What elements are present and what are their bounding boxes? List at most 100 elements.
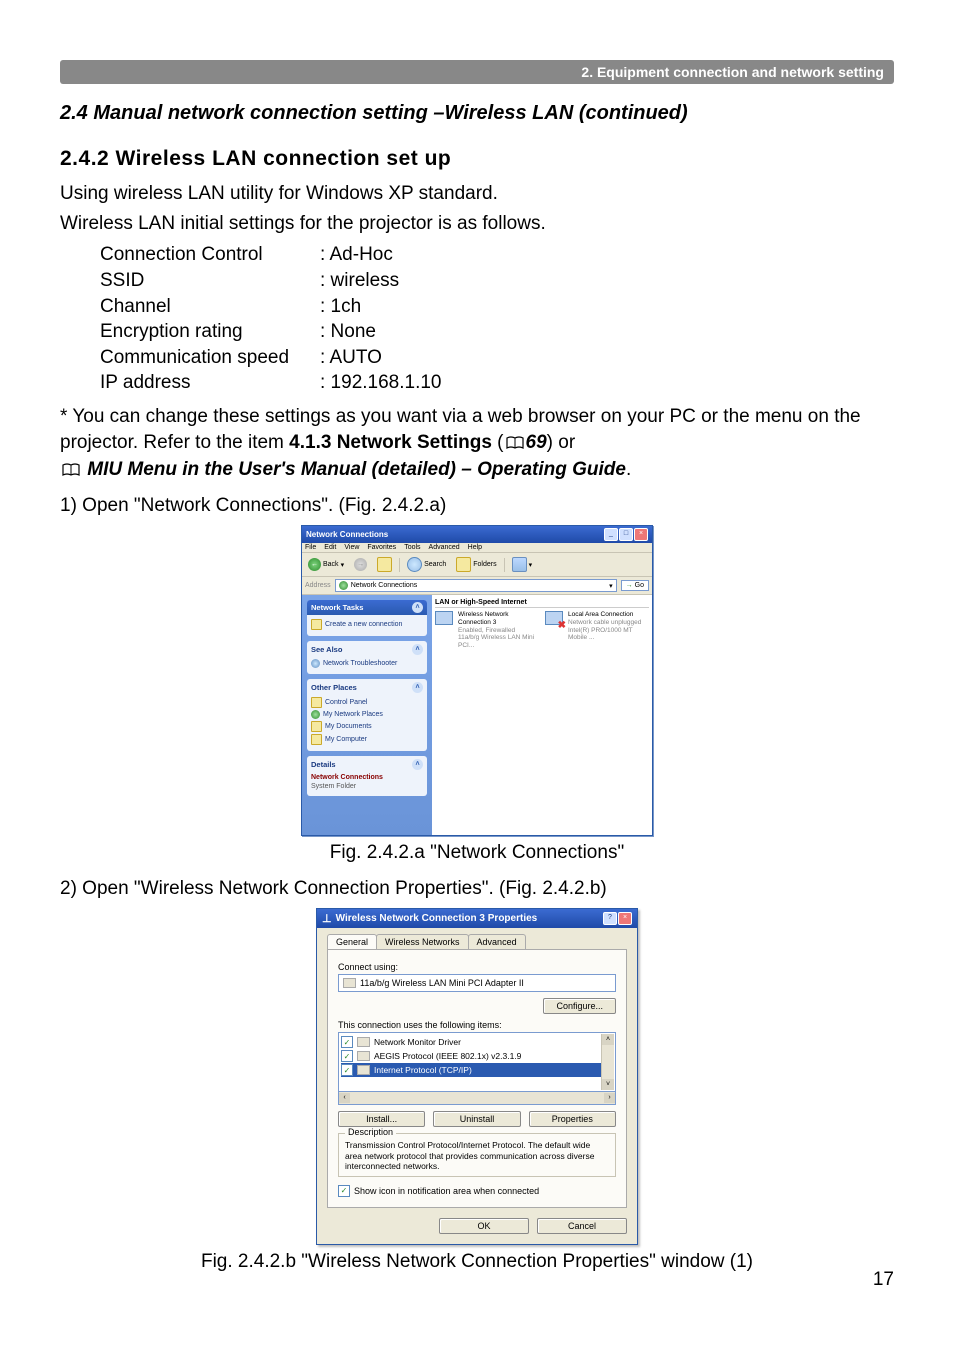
checkbox-icon[interactable]: ✓ xyxy=(341,1050,353,1062)
panel-head-label: Details xyxy=(311,760,336,769)
scroll-left-icon[interactable]: ‹ xyxy=(339,1093,350,1103)
figure-1: Network Connections _ □ × File Edit View… xyxy=(60,525,894,836)
window-titlebar[interactable]: Network Connections _ □ × xyxy=(302,526,652,543)
wireless-connection-icon xyxy=(435,611,455,631)
items-label: This connection uses the following items… xyxy=(338,1020,616,1030)
install-button[interactable]: Install... xyxy=(338,1111,425,1127)
checkbox-icon[interactable]: ✓ xyxy=(341,1036,353,1048)
group-header: LAN or High-Speed Internet xyxy=(435,598,649,608)
up-button[interactable] xyxy=(374,556,395,573)
panel-head[interactable]: Details ˄ xyxy=(311,759,423,770)
scroll-down-icon[interactable]: ˅ xyxy=(602,1079,614,1090)
setting-value: : AUTO xyxy=(320,345,382,371)
subsection-title: 2.4.2 Wireless LAN connection set up xyxy=(60,147,894,171)
conn-line-2: Enabled, Firewalled xyxy=(458,627,535,635)
search-button[interactable]: Search xyxy=(404,556,449,573)
uninstall-button[interactable]: Uninstall xyxy=(433,1111,520,1127)
folder-up-icon xyxy=(377,557,392,572)
conn-line-3: Intel(R) PRO/1000 MT Mobile ... xyxy=(568,627,645,643)
vertical-scrollbar[interactable]: ˄ ˅ xyxy=(601,1034,614,1090)
close-button[interactable]: × xyxy=(634,528,648,541)
address-input[interactable]: Network Connections ▾ xyxy=(335,579,617,592)
adapter-field: 11a/b/g Wireless LAN Mini PCI Adapter II xyxy=(338,974,616,992)
list-item-label: AEGIS Protocol (IEEE 802.1x) v2.3.1.9 xyxy=(374,1051,521,1061)
collapse-icon[interactable]: ˄ xyxy=(412,644,423,655)
views-icon xyxy=(512,557,527,572)
tab-advanced[interactable]: Advanced xyxy=(468,934,526,949)
forward-button[interactable]: → xyxy=(351,557,370,572)
intro-line-1: Using wireless LAN utility for Windows X… xyxy=(60,181,894,207)
cancel-button[interactable]: Cancel xyxy=(537,1218,627,1234)
sidebar-item-my-documents[interactable]: My Documents xyxy=(311,720,423,733)
menu-favorites[interactable]: Favorites xyxy=(367,544,396,551)
menu-help[interactable]: Help xyxy=(468,544,482,551)
toolbar: ←Back ▾ → Search Folders ▾ xyxy=(302,553,652,577)
items-list[interactable]: ✓ Network Monitor Driver ✓ AEGIS Protoco… xyxy=(338,1032,616,1092)
properties-button[interactable]: Properties xyxy=(529,1111,616,1127)
dialog-title: ⊥ Wireless Network Connection 3 Properti… xyxy=(322,912,537,925)
scroll-right-icon[interactable]: › xyxy=(604,1093,615,1103)
sidebar-item-my-computer[interactable]: My Computer xyxy=(311,733,423,746)
setting-row: Connection Control : Ad-Hoc xyxy=(100,242,894,268)
sidebar-item-label: My Computer xyxy=(325,736,367,743)
dialog-footer: OK Cancel xyxy=(327,1218,627,1234)
collapse-icon[interactable]: ˄ xyxy=(412,759,423,770)
show-icon-label: Show icon in notification area when conn… xyxy=(354,1186,539,1196)
close-button[interactable]: × xyxy=(618,912,632,925)
panel-details: Details ˄ Network Connections System Fol… xyxy=(307,756,427,796)
intro-line-2: Wireless LAN initial settings for the pr… xyxy=(60,211,894,237)
list-item[interactable]: ✓ AEGIS Protocol (IEEE 802.1x) v2.3.1.9 xyxy=(341,1049,613,1063)
sidebar-item-network-places[interactable]: My Network Places xyxy=(311,709,423,720)
back-button[interactable]: ←Back ▾ xyxy=(305,557,347,572)
menu-file[interactable]: File xyxy=(305,544,316,551)
panel-head[interactable]: Other Places ˄ xyxy=(311,682,423,693)
tab-wireless-networks[interactable]: Wireless Networks xyxy=(376,934,469,949)
menu-edit[interactable]: Edit xyxy=(324,544,336,551)
connection-lan[interactable]: ✖ Local Area Connection Network cable un… xyxy=(545,611,645,650)
checkbox-icon[interactable]: ✓ xyxy=(341,1064,353,1076)
search-label: Search xyxy=(424,561,446,568)
list-item[interactable]: ✓ Network Monitor Driver xyxy=(341,1035,613,1049)
go-button[interactable]: →Go xyxy=(621,580,649,591)
collapse-icon[interactable]: ˄ xyxy=(412,602,423,613)
figure-2-caption: Fig. 2.4.2.b "Wireless Network Connectio… xyxy=(60,1251,894,1273)
setting-label: Encryption rating xyxy=(100,319,320,345)
description-group: Description Transmission Control Protoco… xyxy=(338,1133,616,1177)
show-icon-checkbox[interactable]: ✓ xyxy=(338,1185,350,1197)
connection-wireless[interactable]: Wireless Network Connection 3 Enabled, F… xyxy=(435,611,535,650)
caption-buttons: ? × xyxy=(603,912,632,925)
panel-head[interactable]: Network Tasks ˄ xyxy=(307,600,427,615)
panel-head[interactable]: See Also ˄ xyxy=(311,644,423,655)
folders-button[interactable]: Folders xyxy=(453,556,499,573)
horizontal-scrollbar[interactable]: ‹ › xyxy=(338,1091,616,1105)
maximize-button[interactable]: □ xyxy=(619,528,633,541)
wireless-properties-dialog: ⊥ Wireless Network Connection 3 Properti… xyxy=(316,908,638,1245)
window-title: Network Connections xyxy=(306,530,388,539)
search-icon xyxy=(407,557,422,572)
list-item-label: Network Monitor Driver xyxy=(374,1037,461,1047)
lan-connection-icon: ✖ xyxy=(545,611,565,631)
views-button[interactable]: ▾ xyxy=(509,556,536,573)
help-button[interactable]: ? xyxy=(603,912,617,925)
ok-button[interactable]: OK xyxy=(439,1218,529,1234)
note-paren-close: ) or xyxy=(547,432,576,453)
menu-view[interactable]: View xyxy=(344,544,359,551)
sidebar-item-label: Network Troubleshooter xyxy=(323,660,397,667)
collapse-icon[interactable]: ˄ xyxy=(412,682,423,693)
conn-line-1: Local Area Connection xyxy=(568,611,645,619)
unplugged-icon: ✖ xyxy=(558,620,566,632)
dialog-titlebar[interactable]: ⊥ Wireless Network Connection 3 Properti… xyxy=(317,909,637,928)
configure-button[interactable]: Configure... xyxy=(543,998,616,1014)
tab-general[interactable]: General xyxy=(327,934,377,949)
window-body: Network Tasks ˄ Create a new connection … xyxy=(302,595,652,835)
menu-advanced[interactable]: Advanced xyxy=(429,544,460,551)
list-item-selected[interactable]: ✓ Internet Protocol (TCP/IP) xyxy=(341,1063,613,1077)
sidebar-item-control-panel[interactable]: Control Panel xyxy=(311,696,423,709)
sidebar-item-create-connection[interactable]: Create a new connection xyxy=(311,618,423,631)
menu-tools[interactable]: Tools xyxy=(404,544,420,551)
scroll-up-icon[interactable]: ˄ xyxy=(602,1034,614,1045)
note-ref-italic: MIU Menu in the User's Manual (detailed)… xyxy=(87,459,626,480)
sidebar-item-troubleshooter[interactable]: Network Troubleshooter xyxy=(311,658,423,669)
connection-text: Local Area Connection Network cable unpl… xyxy=(568,611,645,650)
minimize-button[interactable]: _ xyxy=(604,528,618,541)
